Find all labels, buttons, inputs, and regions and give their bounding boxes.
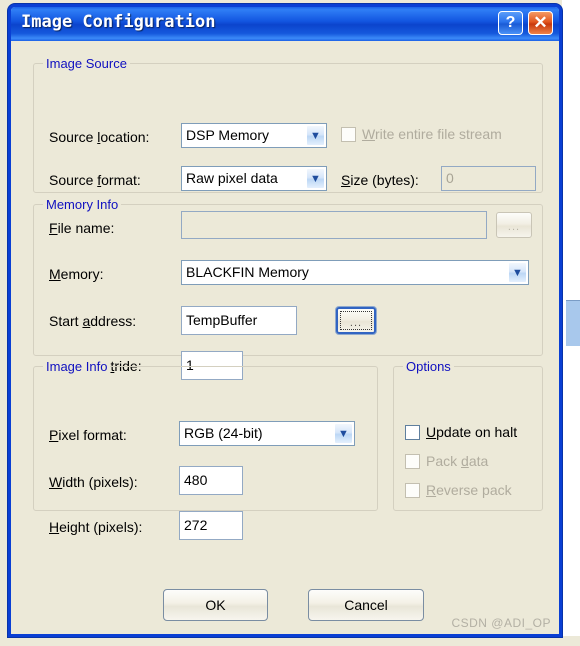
- input-width-pixels[interactable]: 480: [179, 466, 243, 495]
- combo-source-location[interactable]: DSP Memory ▼: [181, 123, 327, 148]
- dialog-titlebar[interactable]: Image Configuration ? ✕: [11, 7, 559, 41]
- chevron-down-icon[interactable]: ▼: [334, 423, 353, 444]
- label-pixel-format: Pixel format:: [49, 427, 127, 443]
- group-memory-info-title: Memory Info: [43, 197, 122, 212]
- group-image-source-title: Image Source: [43, 56, 130, 71]
- label-source-location: Source location:: [49, 129, 150, 145]
- combo-pixel-format[interactable]: RGB (24-bit) ▼: [179, 421, 355, 446]
- combo-pixel-format-value: RGB (24-bit): [184, 425, 263, 441]
- help-icon-button[interactable]: ?: [498, 11, 523, 35]
- checkbox-reverse-pack-box: [405, 482, 420, 498]
- checkbox-update-on-halt-label: Update on halt: [426, 424, 518, 440]
- input-height-pixels[interactable]: 272: [179, 511, 243, 540]
- checkbox-write-entire-file-stream-label: Write entire file stream: [362, 126, 502, 142]
- background-bottom-strip: [0, 636, 580, 646]
- chevron-down-icon[interactable]: ▼: [306, 125, 325, 146]
- checkbox-write-entire-file-stream-box: [341, 126, 356, 142]
- label-start-address: Start address:: [49, 313, 137, 329]
- browse-start-address-button[interactable]: ...: [336, 307, 376, 334]
- checkbox-write-entire-file-stream: Write entire file stream: [341, 126, 502, 142]
- dialog-client-area: Image Source Source location: DSP Memory…: [11, 41, 559, 634]
- ellipsis-icon: ...: [349, 317, 363, 329]
- checkbox-reverse-pack-label: Reverse pack: [426, 482, 512, 498]
- checkbox-reverse-pack: Reverse pack: [405, 482, 512, 498]
- checkbox-pack-data: Pack data: [405, 453, 488, 469]
- ok-button[interactable]: OK: [163, 589, 268, 621]
- dialog-title: Image Configuration: [21, 12, 216, 32]
- label-source-format: Source format:: [49, 172, 141, 188]
- close-icon: ✕: [533, 13, 548, 32]
- input-size-bytes: 0: [441, 166, 536, 191]
- combo-source-format-value: Raw pixel data: [186, 170, 278, 186]
- watermark: CSDN @ADI_OP: [451, 616, 551, 630]
- question-mark-icon: ?: [505, 14, 516, 31]
- group-image-info-title: Image Info: [43, 359, 111, 374]
- label-memory: Memory:: [49, 266, 104, 282]
- checkbox-pack-data-box: [405, 453, 420, 469]
- label-width-pixels: Width (pixels):: [49, 474, 138, 490]
- label-height-pixels: Height (pixels):: [49, 519, 143, 535]
- combo-source-location-value: DSP Memory: [186, 127, 269, 143]
- checkbox-pack-data-label: Pack data: [426, 453, 489, 469]
- checkbox-update-on-halt-box[interactable]: [405, 424, 420, 440]
- background-right-panel: [566, 300, 580, 346]
- checkbox-update-on-halt[interactable]: Update on halt: [405, 424, 517, 440]
- input-start-address[interactable]: TempBuffer: [181, 306, 297, 335]
- group-options-title: Options: [403, 359, 454, 374]
- combo-memory-value: BLACKFIN Memory: [186, 264, 309, 280]
- cancel-button[interactable]: Cancel: [308, 589, 424, 621]
- chevron-down-icon[interactable]: ▼: [306, 168, 325, 189]
- chevron-down-icon[interactable]: ▼: [508, 262, 527, 283]
- label-size-bytes: Size (bytes):: [341, 172, 419, 188]
- image-configuration-dialog: Image Configuration ? ✕ Image Source Sou…: [8, 4, 562, 637]
- combo-source-format[interactable]: Raw pixel data ▼: [181, 166, 327, 191]
- close-button[interactable]: ✕: [528, 11, 553, 35]
- combo-memory[interactable]: BLACKFIN Memory ▼: [181, 260, 529, 285]
